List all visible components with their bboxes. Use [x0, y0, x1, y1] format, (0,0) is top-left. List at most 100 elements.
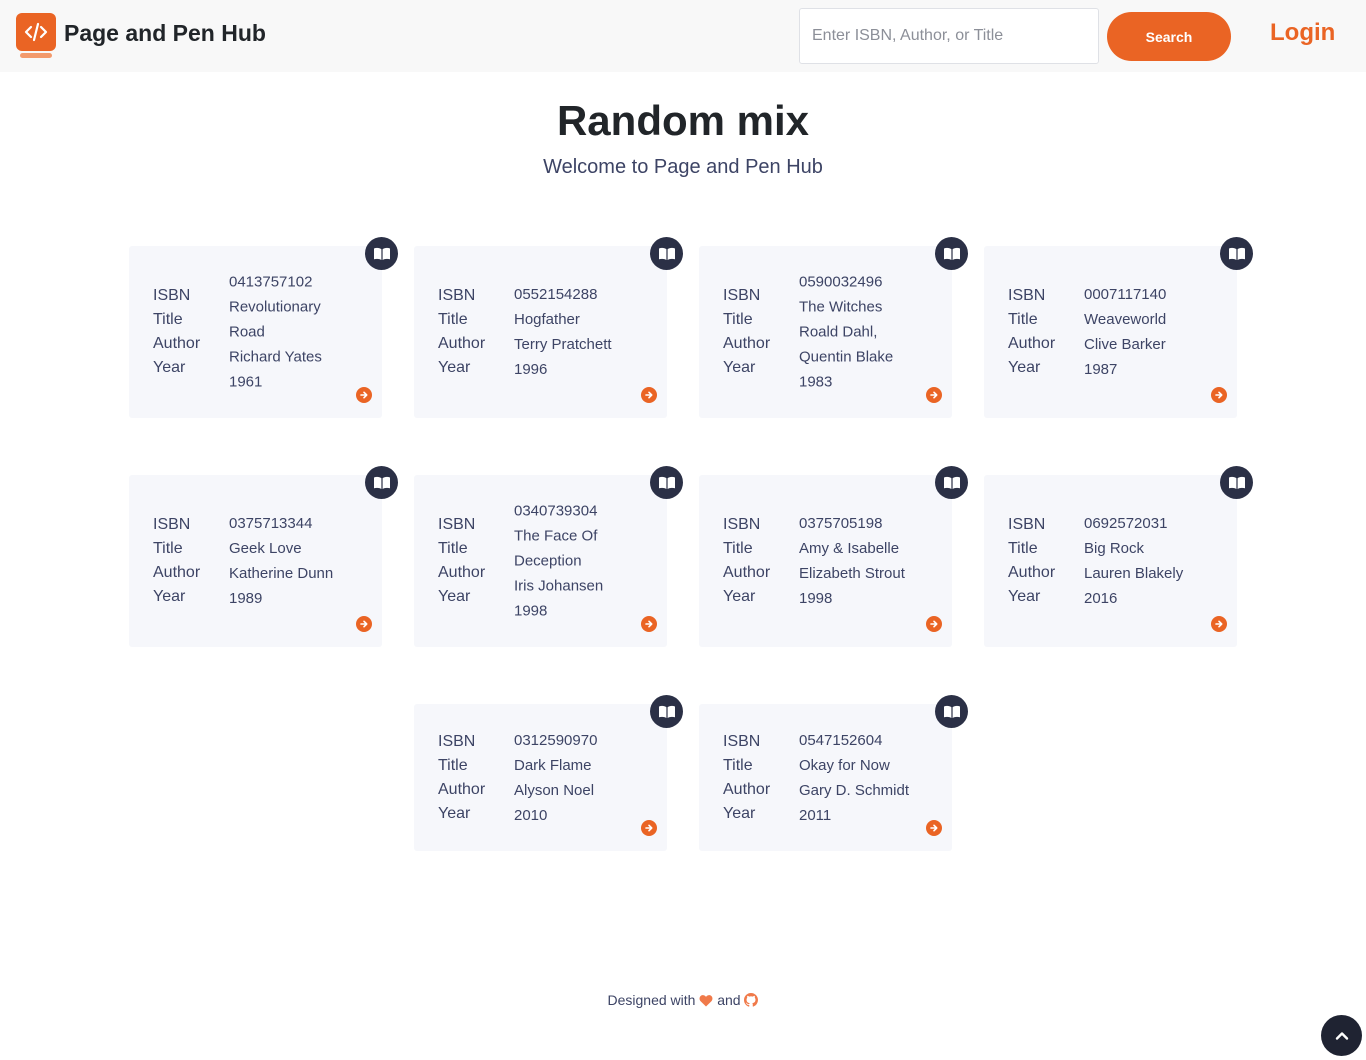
book-open-icon	[935, 237, 968, 270]
isbn-label: ISBN	[153, 287, 191, 304]
author-value: Iris Johansen	[514, 577, 604, 595]
isbn-label: ISBN	[723, 516, 761, 533]
arrow-right-circle-icon[interactable]	[641, 616, 657, 632]
book-card: ISBN Title Author Year 0340739304 The Face O…	[414, 466, 683, 647]
author-value: Roald Dahl, Quentin Blake	[799, 323, 894, 366]
isbn-value: 0340739304	[514, 502, 598, 520]
field-labels: ISBN Title Author Year	[723, 284, 770, 380]
year-value: 2011	[799, 806, 832, 824]
field-labels: ISBN Title Author Year	[438, 730, 485, 826]
author-label: Author	[438, 780, 486, 798]
code-book-icon[interactable]	[16, 13, 56, 59]
login-link[interactable]: Login	[1270, 18, 1335, 48]
author-value: Lauren Blakely	[1084, 565, 1184, 582]
field-labels: ISBN Title Author Year	[1008, 284, 1055, 380]
year-value: 1989	[229, 590, 263, 607]
year-label: Year	[723, 588, 756, 605]
isbn-label: ISBN	[153, 516, 191, 533]
title-value: The Face Of Deception	[514, 527, 598, 570]
author-value: Alyson Noel	[514, 781, 595, 799]
author-value: Katherine Dunn	[229, 565, 334, 582]
search-input[interactable]	[799, 8, 1099, 64]
arrow-right-circle-icon[interactable]	[641, 820, 657, 836]
book-card: ISBN Title Author Year 0007117140 Weaveworld…	[984, 237, 1253, 418]
book-card: ISBN Title Author Year 0413757102 Revolution…	[129, 237, 398, 418]
footer: Designed with and	[0, 990, 1366, 1010]
isbn-label: ISBN	[723, 287, 761, 304]
scroll-to-top-button[interactable]	[1321, 1015, 1362, 1056]
isbn-label: ISBN	[723, 732, 761, 750]
year-label: Year	[1008, 359, 1041, 376]
author-label: Author	[723, 564, 771, 581]
title-value: Big Rock	[1084, 540, 1145, 557]
field-labels: ISBN Title Author Year	[723, 513, 770, 609]
book-card: ISBN Title Author Year 0312590970 Dark Flame…	[414, 695, 683, 851]
author-value: Terry Pratchett	[514, 336, 612, 353]
year-value: 1983	[799, 373, 833, 391]
search-button[interactable]: Search	[1107, 12, 1231, 61]
book-card: ISBN Title Author Year 0552154288 Hogfather T…	[414, 237, 683, 418]
title-value: The Witches	[799, 298, 883, 316]
isbn-label: ISBN	[1008, 287, 1046, 304]
title-label: Title	[153, 311, 183, 328]
book-open-icon	[650, 466, 683, 499]
title-label: Title	[153, 540, 183, 557]
field-values: 0340739304 The Face Of Deception Iris Joha…	[514, 499, 626, 624]
year-label: Year	[438, 804, 471, 822]
author-value: Gary D. Schmidt	[799, 781, 910, 799]
book-open-icon	[935, 695, 968, 728]
field-values: 0590032496 The Witches Roald Dahl, Quentin…	[799, 270, 909, 395]
isbn-value: 0007117140	[1084, 286, 1167, 303]
field-labels: ISBN Title Author Year	[723, 730, 770, 826]
isbn-value: 0312590970	[514, 731, 598, 749]
navbar: Page and Pen Hub Search Login	[0, 0, 1366, 72]
book-open-icon	[650, 237, 683, 270]
arrow-right-circle-icon[interactable]	[926, 616, 942, 632]
title-label: Title	[723, 540, 753, 557]
year-value: 1987	[1084, 361, 1118, 378]
field-values: 0375705198 Amy & Isabelle Elizabeth Strout…	[799, 511, 927, 611]
brand-name[interactable]: Page and Pen Hub	[64, 18, 266, 48]
arrow-right-circle-icon[interactable]	[1211, 387, 1227, 403]
heart-icon	[699, 992, 713, 1008]
author-label: Author	[1008, 564, 1056, 581]
author-label: Author	[723, 335, 771, 352]
book-card: ISBN Title Author Year 0547152604 Okay for N…	[699, 695, 968, 851]
field-labels: ISBN Title Author Year	[438, 513, 485, 609]
arrow-right-circle-icon[interactable]	[356, 387, 372, 403]
arrow-right-circle-icon[interactable]	[926, 820, 942, 836]
year-label: Year	[438, 359, 471, 376]
title-value: Okay for Now	[799, 756, 890, 774]
author-value: Elizabeth Strout	[799, 565, 905, 582]
title-label: Title	[1008, 540, 1038, 557]
book-open-icon	[365, 237, 398, 270]
year-value: 1961	[229, 373, 263, 391]
title-value: Hogfather	[514, 311, 580, 328]
year-label: Year	[153, 359, 186, 376]
author-label: Author	[438, 335, 486, 352]
isbn-label: ISBN	[438, 287, 476, 304]
arrow-right-circle-icon[interactable]	[641, 387, 657, 403]
isbn-value: 0375705198	[799, 515, 883, 532]
arrow-right-circle-icon[interactable]	[356, 616, 372, 632]
author-label: Author	[723, 780, 771, 798]
author-label: Author	[153, 335, 201, 352]
field-labels: ISBN Title Author Year	[153, 513, 200, 609]
field-values: 0007117140 Weaveworld Clive Barker 1987	[1084, 282, 1212, 382]
field-values: 0552154288 Hogfather Terry Pratchett 1996	[514, 282, 642, 382]
book-card: ISBN Title Author Year 0375713344 Geek Love K…	[129, 466, 398, 647]
author-label: Author	[153, 564, 201, 581]
arrow-right-circle-icon[interactable]	[926, 387, 942, 403]
isbn-label: ISBN	[438, 732, 476, 750]
title-value: Dark Flame	[514, 756, 592, 774]
arrow-right-circle-icon[interactable]	[1211, 616, 1227, 632]
isbn-value: 0547152604	[799, 731, 883, 749]
isbn-value: 0590032496	[799, 273, 883, 291]
field-labels: ISBN Title Author Year	[438, 284, 485, 380]
page-subtitle: Welcome to Page and Pen Hub	[543, 156, 823, 178]
github-icon[interactable]	[744, 992, 759, 1008]
author-label: Author	[438, 564, 486, 581]
isbn-value: 0375713344	[229, 515, 313, 532]
isbn-value: 0413757102	[229, 273, 313, 291]
year-value: 1996	[514, 361, 548, 378]
